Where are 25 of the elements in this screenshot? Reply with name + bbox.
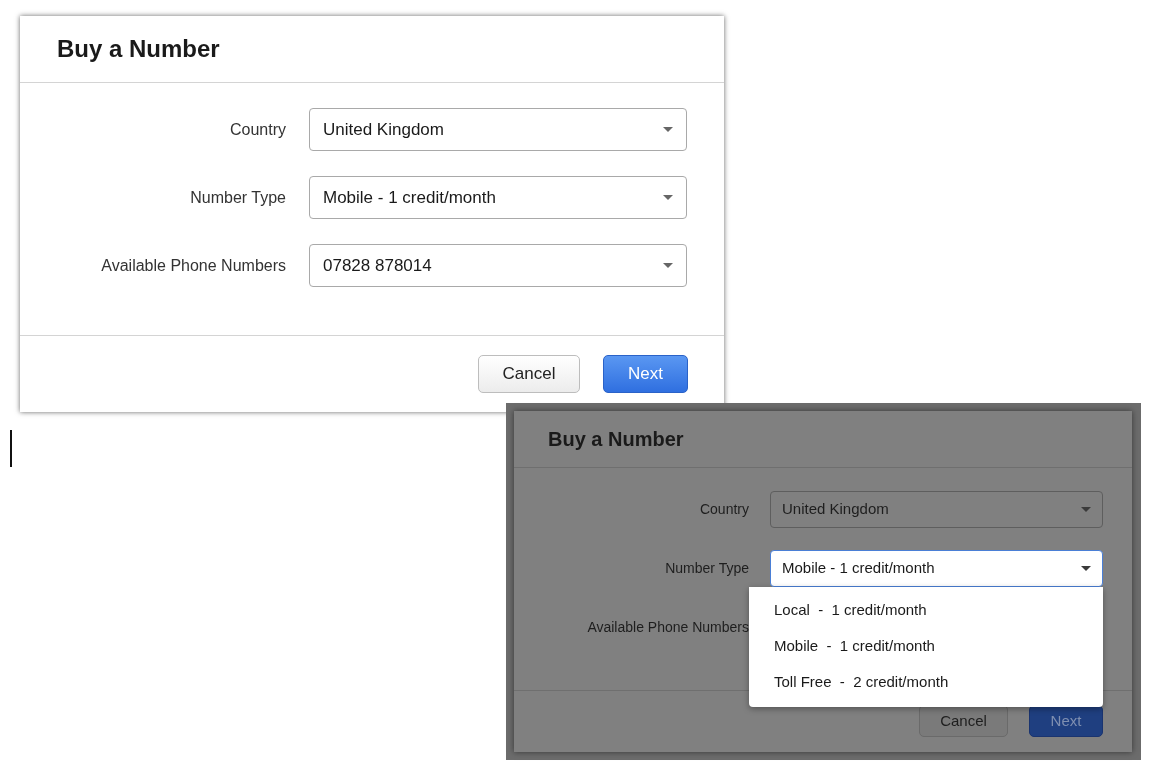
field-label: Available Phone Numbers [586, 617, 749, 637]
text-cursor [10, 430, 12, 467]
field-label: Country [228, 119, 286, 140]
select-field[interactable]: Mobile - 1 credit/month [309, 176, 687, 219]
dropdown-caret-icon [663, 263, 673, 268]
select-field[interactable]: United Kingdom [770, 490, 1103, 528]
field-label: Available Phone Numbers [100, 255, 286, 276]
dialog-title: Buy a Number [57, 34, 220, 64]
cancel-button[interactable]: Cancel [478, 355, 580, 393]
dropdown-caret-icon [663, 195, 673, 200]
dropdown-option[interactable]: Mobile - 1 credit/month [749, 628, 1103, 665]
dialog-title: Buy a Number [548, 426, 684, 452]
dropdown-caret-icon [663, 127, 673, 132]
dropdown-option[interactable]: Local - 1 credit/month [749, 592, 1103, 629]
field-label: Country [698, 499, 749, 519]
select-field[interactable]: Mobile - 1 credit/month [770, 549, 1103, 587]
cancel-button[interactable]: Cancel [919, 705, 1008, 738]
dropdown-caret-icon [1081, 506, 1091, 512]
field-label: Number Type [189, 187, 286, 208]
dropdown-caret-icon [1081, 565, 1091, 571]
next-button[interactable]: Next [603, 355, 688, 393]
field-label: Number Type [664, 558, 749, 578]
select-field[interactable]: United Kingdom [309, 108, 687, 151]
select-field[interactable]: 07828 878014 [309, 244, 687, 287]
dropdown-option[interactable]: Toll Free - 2 credit/month [749, 664, 1103, 701]
